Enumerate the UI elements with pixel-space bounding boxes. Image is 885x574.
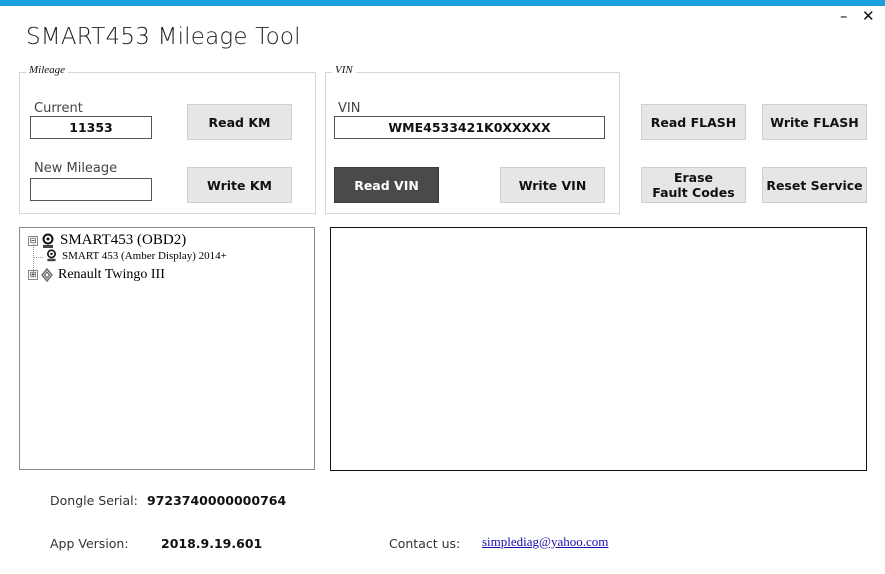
dongle-serial-label: Dongle Serial:	[50, 493, 138, 508]
new-mileage-input[interactable]	[30, 178, 152, 201]
tree-node-smart453[interactable]: ⊟ SMART453 (OBD2)	[28, 232, 186, 249]
vehicle-tree[interactable]: ⊟ SMART453 (OBD2) SMART 453 (Amber Displ…	[19, 227, 315, 470]
read-vin-button[interactable]: Read VIN	[334, 167, 439, 203]
vin-legend: VIN	[332, 64, 356, 76]
tree-node-label: SMART 453 (Amber Display) 2014+	[62, 249, 227, 262]
tree-node-label: SMART453 (OBD2)	[60, 232, 187, 248]
mileage-legend: Mileage	[26, 64, 69, 76]
new-mileage-label: New Mileage	[34, 161, 118, 176]
vin-field[interactable]	[334, 116, 605, 139]
collapse-icon[interactable]: ⊟	[28, 235, 38, 246]
write-vin-button[interactable]: Write VIN	[500, 167, 605, 203]
current-mileage-field[interactable]	[30, 116, 152, 139]
read-km-button[interactable]: Read KM	[187, 104, 292, 140]
write-km-button[interactable]: Write KM	[187, 167, 292, 203]
tree-node-smart453-amber[interactable]: SMART 453 (Amber Display) 2014+	[45, 249, 227, 262]
close-button[interactable]: ✕	[862, 8, 875, 24]
vin-label: VIN	[338, 101, 361, 116]
current-label: Current	[34, 101, 83, 116]
window-accent-bar	[0, 0, 885, 6]
app-title: SMART453 Mileage Tool	[26, 24, 301, 50]
erase-fault-codes-button[interactable]: Erase Fault Codes	[641, 167, 746, 203]
output-log[interactable]	[330, 227, 867, 471]
minimize-button[interactable]: –	[840, 8, 848, 24]
app-version-value: 2018.9.19.601	[161, 536, 263, 551]
tree-node-renault-twingo[interactable]: ⊞ Renault Twingo III	[28, 267, 165, 283]
write-flash-button[interactable]: Write FLASH	[762, 104, 867, 140]
tree-connector	[33, 257, 43, 258]
contact-label: Contact us:	[389, 536, 461, 551]
smart-car-icon	[47, 249, 56, 262]
app-version-label: App Version:	[50, 536, 129, 551]
erase-label-line2: Fault Codes	[652, 185, 735, 200]
erase-label-line1: Erase	[673, 170, 714, 185]
contact-email-link[interactable]: simplediag@yahoo.com	[482, 534, 608, 550]
reset-service-button[interactable]: Reset Service	[762, 167, 867, 203]
read-flash-button[interactable]: Read FLASH	[641, 104, 746, 140]
smart-car-icon	[42, 233, 54, 248]
expand-icon[interactable]: ⊞	[28, 270, 38, 280]
dongle-serial-value: 9723740000000764	[147, 493, 287, 508]
tree-node-label: Renault Twingo III	[58, 267, 165, 282]
renault-logo-icon	[41, 268, 53, 282]
